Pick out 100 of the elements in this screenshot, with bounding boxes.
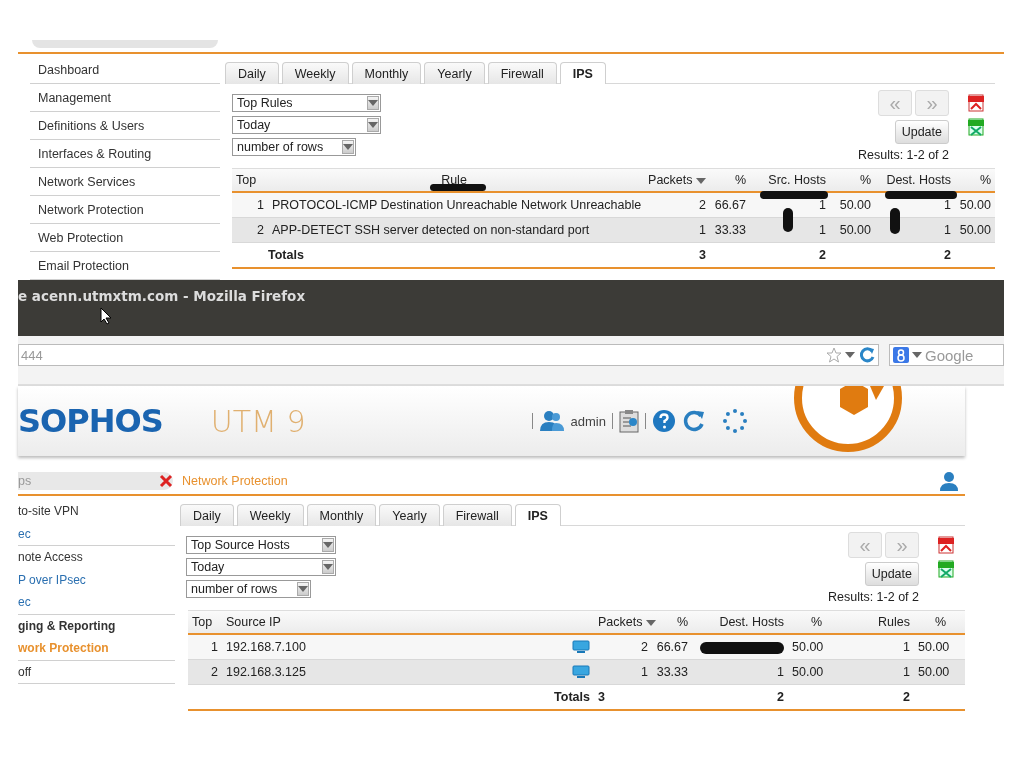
dropdown[interactable]: Today bbox=[232, 116, 381, 134]
table-cell: 192.168.3.125 bbox=[226, 665, 306, 679]
table-cell: 50.00 bbox=[839, 223, 871, 237]
sidebar-item[interactable]: to-site VPN bbox=[18, 500, 175, 523]
spinner-icon bbox=[721, 408, 748, 434]
dropdown-arrow-icon bbox=[368, 122, 378, 128]
report-tab[interactable]: Weekly bbox=[281, 62, 349, 84]
report-tab[interactable]: Monthly bbox=[351, 62, 422, 84]
product-name: UTM 9 bbox=[210, 403, 306, 439]
column-header[interactable]: Rule bbox=[268, 173, 640, 187]
report-tab[interactable]: Yearly bbox=[379, 504, 440, 526]
report-tab[interactable]: Firewall bbox=[442, 504, 512, 526]
table-cell: 50.00 bbox=[792, 640, 824, 654]
column-header[interactable]: % bbox=[710, 173, 750, 187]
search-field[interactable] bbox=[32, 40, 218, 48]
clipboard-icon[interactable] bbox=[618, 409, 639, 433]
help-icon[interactable] bbox=[651, 409, 676, 433]
sidebar-item[interactable]: Web Protection bbox=[30, 224, 220, 252]
logo: SOPHOS bbox=[18, 402, 163, 440]
totals-label: Totals bbox=[553, 690, 591, 704]
column-header[interactable]: % bbox=[788, 615, 826, 629]
report-tab[interactable]: Firewall bbox=[487, 62, 557, 84]
pdf-icon[interactable] bbox=[967, 94, 985, 112]
table-cell: 66.67 bbox=[714, 198, 746, 212]
column-header[interactable]: Dest. Hosts bbox=[875, 173, 955, 187]
sidebar-item[interactable]: ec bbox=[18, 522, 175, 546]
table-cell: 1 bbox=[944, 198, 951, 212]
table-cell: 1 bbox=[903, 640, 910, 654]
column-header[interactable]: Source IP bbox=[222, 615, 594, 629]
report-tab[interactable]: Monthly bbox=[306, 504, 377, 526]
sidebar-item[interactable]: Network Protection bbox=[30, 196, 220, 224]
pdf-icon[interactable] bbox=[937, 536, 955, 554]
spreadsheet-icon[interactable] bbox=[937, 560, 955, 578]
table-cell: 50.00 bbox=[959, 198, 991, 212]
table-cell: 50.00 bbox=[839, 198, 871, 212]
report-tab[interactable]: Daily bbox=[225, 62, 279, 84]
report-tab[interactable]: IPS bbox=[559, 62, 606, 84]
sidebar-item[interactable]: Dashboard bbox=[30, 56, 220, 84]
spreadsheet-icon[interactable] bbox=[967, 118, 985, 136]
sidebar-item[interactable]: ging & Reporting bbox=[18, 614, 175, 637]
column-header[interactable]: % bbox=[914, 615, 950, 629]
sidebar-item[interactable]: Management bbox=[30, 84, 220, 112]
breadcrumb: Network Protection bbox=[182, 474, 289, 488]
table-cell: 1 bbox=[641, 665, 648, 679]
results-count: Results: 1-2 of 2 bbox=[858, 148, 949, 162]
table-cell: 1 bbox=[211, 640, 218, 654]
dropdown[interactable]: Top Rules bbox=[232, 94, 381, 112]
sidebar-item[interactable]: ec bbox=[18, 591, 175, 615]
table-cell: 50.00 bbox=[918, 665, 950, 679]
username[interactable]: admin bbox=[570, 413, 606, 429]
update-button[interactable]: Update bbox=[864, 562, 919, 586]
dropdown-arrow-icon bbox=[343, 144, 353, 150]
table-cell: PROTOCOL-ICMP Destination Unreachable Network Unreachable bbox=[272, 198, 642, 212]
report-tab[interactable]: IPS bbox=[514, 504, 561, 526]
sidebar-item[interactable]: P over IPsec bbox=[18, 568, 175, 591]
table-cell: 1 bbox=[944, 223, 951, 237]
table-cell: 50.00 bbox=[959, 223, 991, 237]
report-tab[interactable]: Yearly bbox=[424, 62, 485, 84]
report-tab[interactable]: Weekly bbox=[236, 504, 304, 526]
close-icon[interactable] bbox=[159, 474, 173, 488]
dropdown[interactable]: number of rows bbox=[232, 138, 356, 156]
table-cell: 50.00 bbox=[792, 665, 824, 679]
sidebar-item[interactable]: Network Services bbox=[30, 168, 220, 196]
column-header[interactable]: % bbox=[830, 173, 875, 187]
user-icon[interactable] bbox=[538, 410, 565, 432]
column-header[interactable]: Rules bbox=[826, 615, 914, 629]
search-engine-icon bbox=[893, 347, 909, 363]
dropdown-arrow-icon bbox=[323, 564, 333, 570]
dropdown[interactable]: Today bbox=[186, 558, 336, 576]
report-tab[interactable]: Daily bbox=[180, 504, 234, 526]
user-icon[interactable] bbox=[939, 471, 959, 491]
table-cell: 2 bbox=[211, 665, 218, 679]
table-cell: APP-DETECT SSH server detected on non-standard port bbox=[272, 223, 590, 237]
sidebar-item[interactable]: Interfaces & Routing bbox=[30, 140, 220, 168]
column-header[interactable]: Packets bbox=[640, 173, 710, 187]
refresh-icon[interactable] bbox=[681, 409, 706, 433]
star-icon[interactable] bbox=[826, 347, 842, 363]
column-header[interactable]: Packets bbox=[594, 615, 652, 629]
table-cell-text: 3 bbox=[698, 248, 707, 262]
update-button[interactable]: Update bbox=[894, 120, 949, 144]
column-header[interactable]: % bbox=[652, 615, 692, 629]
column-header[interactable]: % bbox=[955, 173, 995, 187]
table-cell-text: 2 bbox=[943, 248, 952, 262]
table-cell: 1 bbox=[903, 665, 910, 679]
column-header[interactable]: Dest. Hosts bbox=[692, 615, 788, 629]
sidebar-item[interactable]: Definitions & Users bbox=[30, 112, 220, 140]
dropdown[interactable]: number of rows bbox=[186, 580, 311, 598]
dropdown[interactable]: Top Source Hosts bbox=[186, 536, 336, 554]
reload-icon[interactable] bbox=[858, 346, 876, 364]
column-header[interactable]: Top bbox=[188, 615, 222, 629]
table-cell: 2 bbox=[257, 223, 264, 237]
totals-label: Totals bbox=[268, 248, 305, 262]
dropdown-arrow-icon bbox=[323, 542, 333, 548]
table-cell: 33.33 bbox=[656, 665, 688, 679]
column-header[interactable]: Top bbox=[232, 173, 268, 187]
column-header[interactable]: Src. Hosts bbox=[750, 173, 830, 187]
sidebar-item[interactable]: note Access bbox=[18, 546, 175, 569]
sidebar-item[interactable]: off bbox=[18, 660, 175, 684]
redaction-mark bbox=[783, 208, 793, 232]
table-cell: 1 bbox=[819, 223, 826, 237]
